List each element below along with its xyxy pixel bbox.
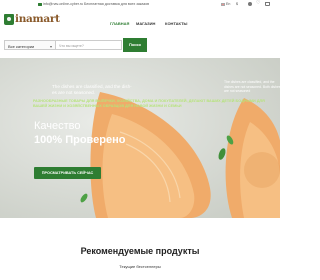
user-icon[interactable]	[248, 2, 252, 6]
currency-selector[interactable]: $	[236, 2, 238, 6]
hero-headline-line1: Качество	[34, 120, 81, 132]
hero-caption: The dishes are classified, and the dish-…	[52, 84, 172, 96]
shipping-notice: Бесплатная доставка для всех заказов	[84, 2, 150, 6]
hero-ribbon-text: РАЗНООБРАЗНЫЕ ТОВАРЫ ДЛЯ ВЫПЕЧКИ, ХОЗЯЙС…	[33, 99, 265, 108]
nav-contacts[interactable]: Контакты	[165, 21, 187, 26]
language-selector[interactable]: En	[221, 2, 230, 6]
featured-products-title: Рекомендуемые продукты	[80, 246, 200, 256]
language-label[interactable]: En	[226, 2, 230, 6]
shopping-bag-icon	[4, 13, 14, 25]
search-bar: Все категории ▾ Что вы ищете? Поиск	[0, 36, 280, 54]
hero-banner: The dishes are classified, and the dish-…	[0, 58, 280, 218]
hero-caption-line2: es are not seasoned.	[52, 90, 95, 95]
site-logo[interactable]: inamart	[4, 13, 60, 25]
top-bar: info@nav-online-cyber.ru Бесплатная дост…	[0, 0, 280, 10]
logo-text: inamart	[15, 13, 60, 25]
nav-shop[interactable]: Магазин	[136, 21, 155, 26]
heart-icon[interactable]: ♡	[256, 1, 260, 6]
email-text[interactable]: info@nav-online-cyber.ru	[43, 2, 83, 6]
nav-home[interactable]: Главная	[110, 21, 129, 26]
mail-icon	[38, 2, 42, 6]
category-label: Все категории	[8, 44, 35, 49]
chevron-down-icon: ▾	[49, 43, 52, 49]
search-input[interactable]: Что вы ищете?	[56, 40, 122, 50]
cart-icon[interactable]	[265, 1, 270, 6]
hero-caption-right: The dishes are classified, and the dishe…	[224, 80, 280, 93]
email-link[interactable]: info@nav-online-cyber.ru	[38, 2, 83, 6]
flag-icon	[221, 2, 225, 6]
browse-now-button[interactable]: ПРОСМАТРИВАТЬ СЕЙЧАС	[34, 167, 101, 179]
hero-headline-line2: 100% Проверено	[34, 134, 126, 146]
featured-products-subtitle: Текущие бестселлеры	[119, 264, 161, 269]
search-button[interactable]: Поиск	[123, 38, 147, 52]
category-select[interactable]: Все категории ▾	[4, 40, 56, 50]
